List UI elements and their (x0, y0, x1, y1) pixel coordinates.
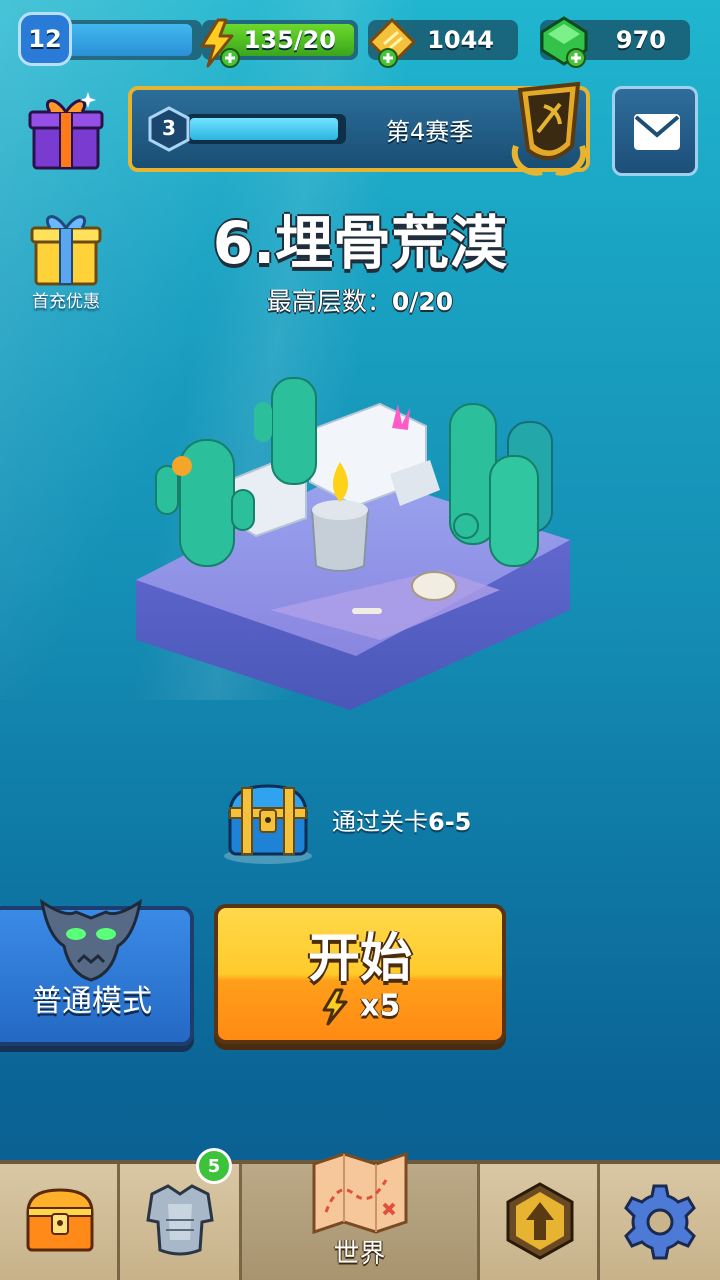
nav-item-world[interactable]: 世界 (242, 1151, 480, 1280)
gift-button[interactable] (28, 88, 104, 172)
desert-island-illustration[interactable] (120, 370, 580, 730)
player-level-badge[interactable]: 12 (18, 12, 72, 66)
energy-value: 135/20 (243, 26, 336, 54)
stage-reward[interactable]: 通过关卡6-5 (214, 776, 514, 866)
coin-value: 1044 (427, 26, 494, 54)
resource-bar: 12 135/20 1044 970 (16, 12, 704, 68)
nav-item-equipment[interactable]: 5 (120, 1148, 242, 1280)
lightning-icon (322, 988, 348, 1026)
season-progress-bar (186, 114, 346, 144)
season-progress-fill (190, 118, 338, 140)
gem-value: 970 (615, 26, 666, 54)
normal-mode-label: 普通模式 (32, 984, 152, 1019)
gem-plus-icon[interactable] (536, 16, 592, 68)
purple-gift-icon (28, 92, 104, 170)
season-label: 第4赛季 (386, 118, 474, 146)
nav-world-label: 世界 (333, 1239, 386, 1269)
demon-mask-icon (39, 898, 143, 982)
nav-item-upgrade[interactable] (480, 1164, 600, 1280)
start-cost-value: x5 (360, 988, 401, 1024)
max-floor: 最高层数：0/20 (0, 282, 720, 318)
xp-fill (66, 24, 192, 56)
envelope-icon (634, 114, 680, 150)
coin-plus-icon[interactable] (368, 18, 420, 68)
nav-item-chest[interactable] (0, 1164, 120, 1280)
treasure-chest-icon (224, 784, 312, 864)
reward-condition: 通过关卡6-5 (332, 802, 471, 837)
player-level-value: 12 (28, 25, 62, 53)
season-level-value: 3 (162, 116, 176, 140)
start-label: 开始 (307, 929, 412, 989)
max-floor-value: 0/20 (391, 287, 454, 316)
upgrade-arrow-icon (506, 1182, 574, 1260)
equipment-badge: 5 (196, 1148, 232, 1184)
mail-button[interactable] (612, 86, 698, 176)
gear-icon (624, 1184, 696, 1260)
armor-icon (146, 1184, 214, 1256)
locked-chest-icon (26, 1188, 94, 1252)
normal-mode-button[interactable]: 普通模式 (0, 898, 194, 1046)
season-panel[interactable]: 3 第4赛季 (128, 81, 590, 176)
start-button[interactable]: 开始 x5 (214, 904, 506, 1044)
lightning-plus-icon[interactable] (196, 18, 240, 68)
reward-condition-stage: 6-5 (428, 808, 472, 836)
start-cost: x5 (218, 988, 502, 1026)
nav-item-settings[interactable] (600, 1164, 720, 1280)
reward-condition-prefix: 通过关卡 (332, 808, 428, 836)
bottom-nav: 5 世界 (0, 1148, 720, 1280)
season-shield-icon (511, 81, 587, 176)
max-floor-label: 最高层数： (266, 287, 392, 316)
stage-title: 6.埋骨荒漠 (212, 209, 508, 277)
treasure-map-icon (312, 1151, 408, 1235)
